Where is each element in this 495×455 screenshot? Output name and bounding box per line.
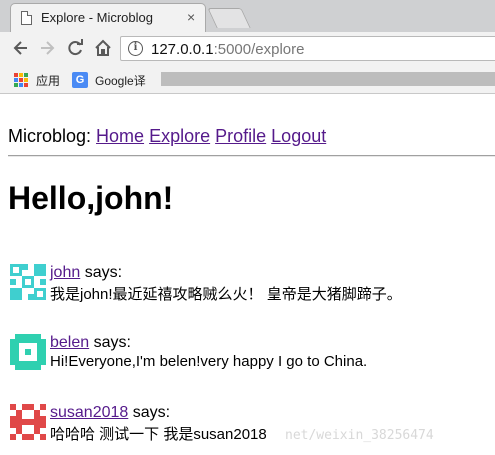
tab-strip: Explore - Microblog × bbox=[0, 0, 495, 32]
author-link[interactable]: belen bbox=[50, 334, 89, 351]
nav-profile-link[interactable]: Profile bbox=[215, 126, 266, 146]
nav-explore-link[interactable]: Explore bbox=[149, 126, 210, 146]
back-arrow-icon[interactable] bbox=[10, 37, 32, 59]
brand-label: Microblog: bbox=[8, 126, 92, 146]
browser-tab[interactable]: Explore - Microblog × bbox=[10, 3, 206, 32]
avatar[interactable] bbox=[10, 264, 46, 300]
site-nav: Microblog: Home Explore Profile Logout bbox=[8, 126, 326, 147]
browser-toolbar: i 127.0.0.1:5000/explore bbox=[0, 32, 495, 65]
tab-title: Explore - Microblog bbox=[41, 10, 153, 25]
post-author-line: belen says: bbox=[50, 334, 131, 352]
says-label: says: bbox=[132, 404, 171, 421]
apps-grid-icon[interactable] bbox=[14, 73, 28, 87]
says-label: says: bbox=[93, 334, 131, 351]
divider bbox=[8, 155, 495, 157]
post-author-line: susan2018 says: bbox=[50, 404, 170, 422]
google-translate-icon: G bbox=[72, 72, 88, 88]
new-tab-button[interactable] bbox=[207, 8, 251, 28]
post-body: Hi!Everyone,I'm belen!very happy I go to… bbox=[50, 353, 368, 370]
post-author-line: john says: bbox=[50, 264, 122, 282]
bookmark-google-translate[interactable]: Google译 bbox=[95, 72, 146, 89]
home-icon[interactable] bbox=[92, 37, 114, 59]
page-title: Hello,john! bbox=[8, 180, 174, 216]
avatar[interactable] bbox=[10, 334, 46, 370]
reload-icon[interactable] bbox=[64, 37, 86, 59]
nav-home-link[interactable]: Home bbox=[96, 126, 144, 146]
forward-arrow-icon[interactable] bbox=[36, 37, 58, 59]
author-link[interactable]: john bbox=[50, 264, 80, 281]
post-body: 哈哈哈 测试一下 我是susan2018 bbox=[50, 426, 267, 443]
info-icon[interactable]: i bbox=[128, 41, 143, 56]
post-item: john says: 我是john!最近延禧攻略贼么火！ 皇帝是大猪脚蹄子。 bbox=[10, 264, 495, 304]
avatar[interactable] bbox=[10, 404, 46, 440]
bookmark-apps[interactable]: 应用 bbox=[36, 72, 60, 89]
redacted-bookmarks bbox=[161, 72, 495, 86]
watermark: net/weixin_38256474 bbox=[285, 428, 434, 443]
page-icon bbox=[21, 11, 32, 25]
bookmarks-bar: 应用 G Google译 bbox=[0, 65, 495, 94]
nav-logout-link[interactable]: Logout bbox=[271, 126, 326, 146]
post-item: belen says: Hi!Everyone,I'm belen!very h… bbox=[10, 334, 495, 374]
close-icon[interactable]: × bbox=[187, 9, 195, 25]
author-link[interactable]: susan2018 bbox=[50, 404, 128, 421]
says-label: says: bbox=[84, 264, 123, 281]
post-body: 我是john!最近延禧攻略贼么火！ 皇帝是大猪脚蹄子。 bbox=[50, 286, 402, 303]
address-bar[interactable]: i 127.0.0.1:5000/explore bbox=[120, 36, 495, 61]
url-text[interactable]: 127.0.0.1:5000/explore bbox=[151, 41, 304, 58]
